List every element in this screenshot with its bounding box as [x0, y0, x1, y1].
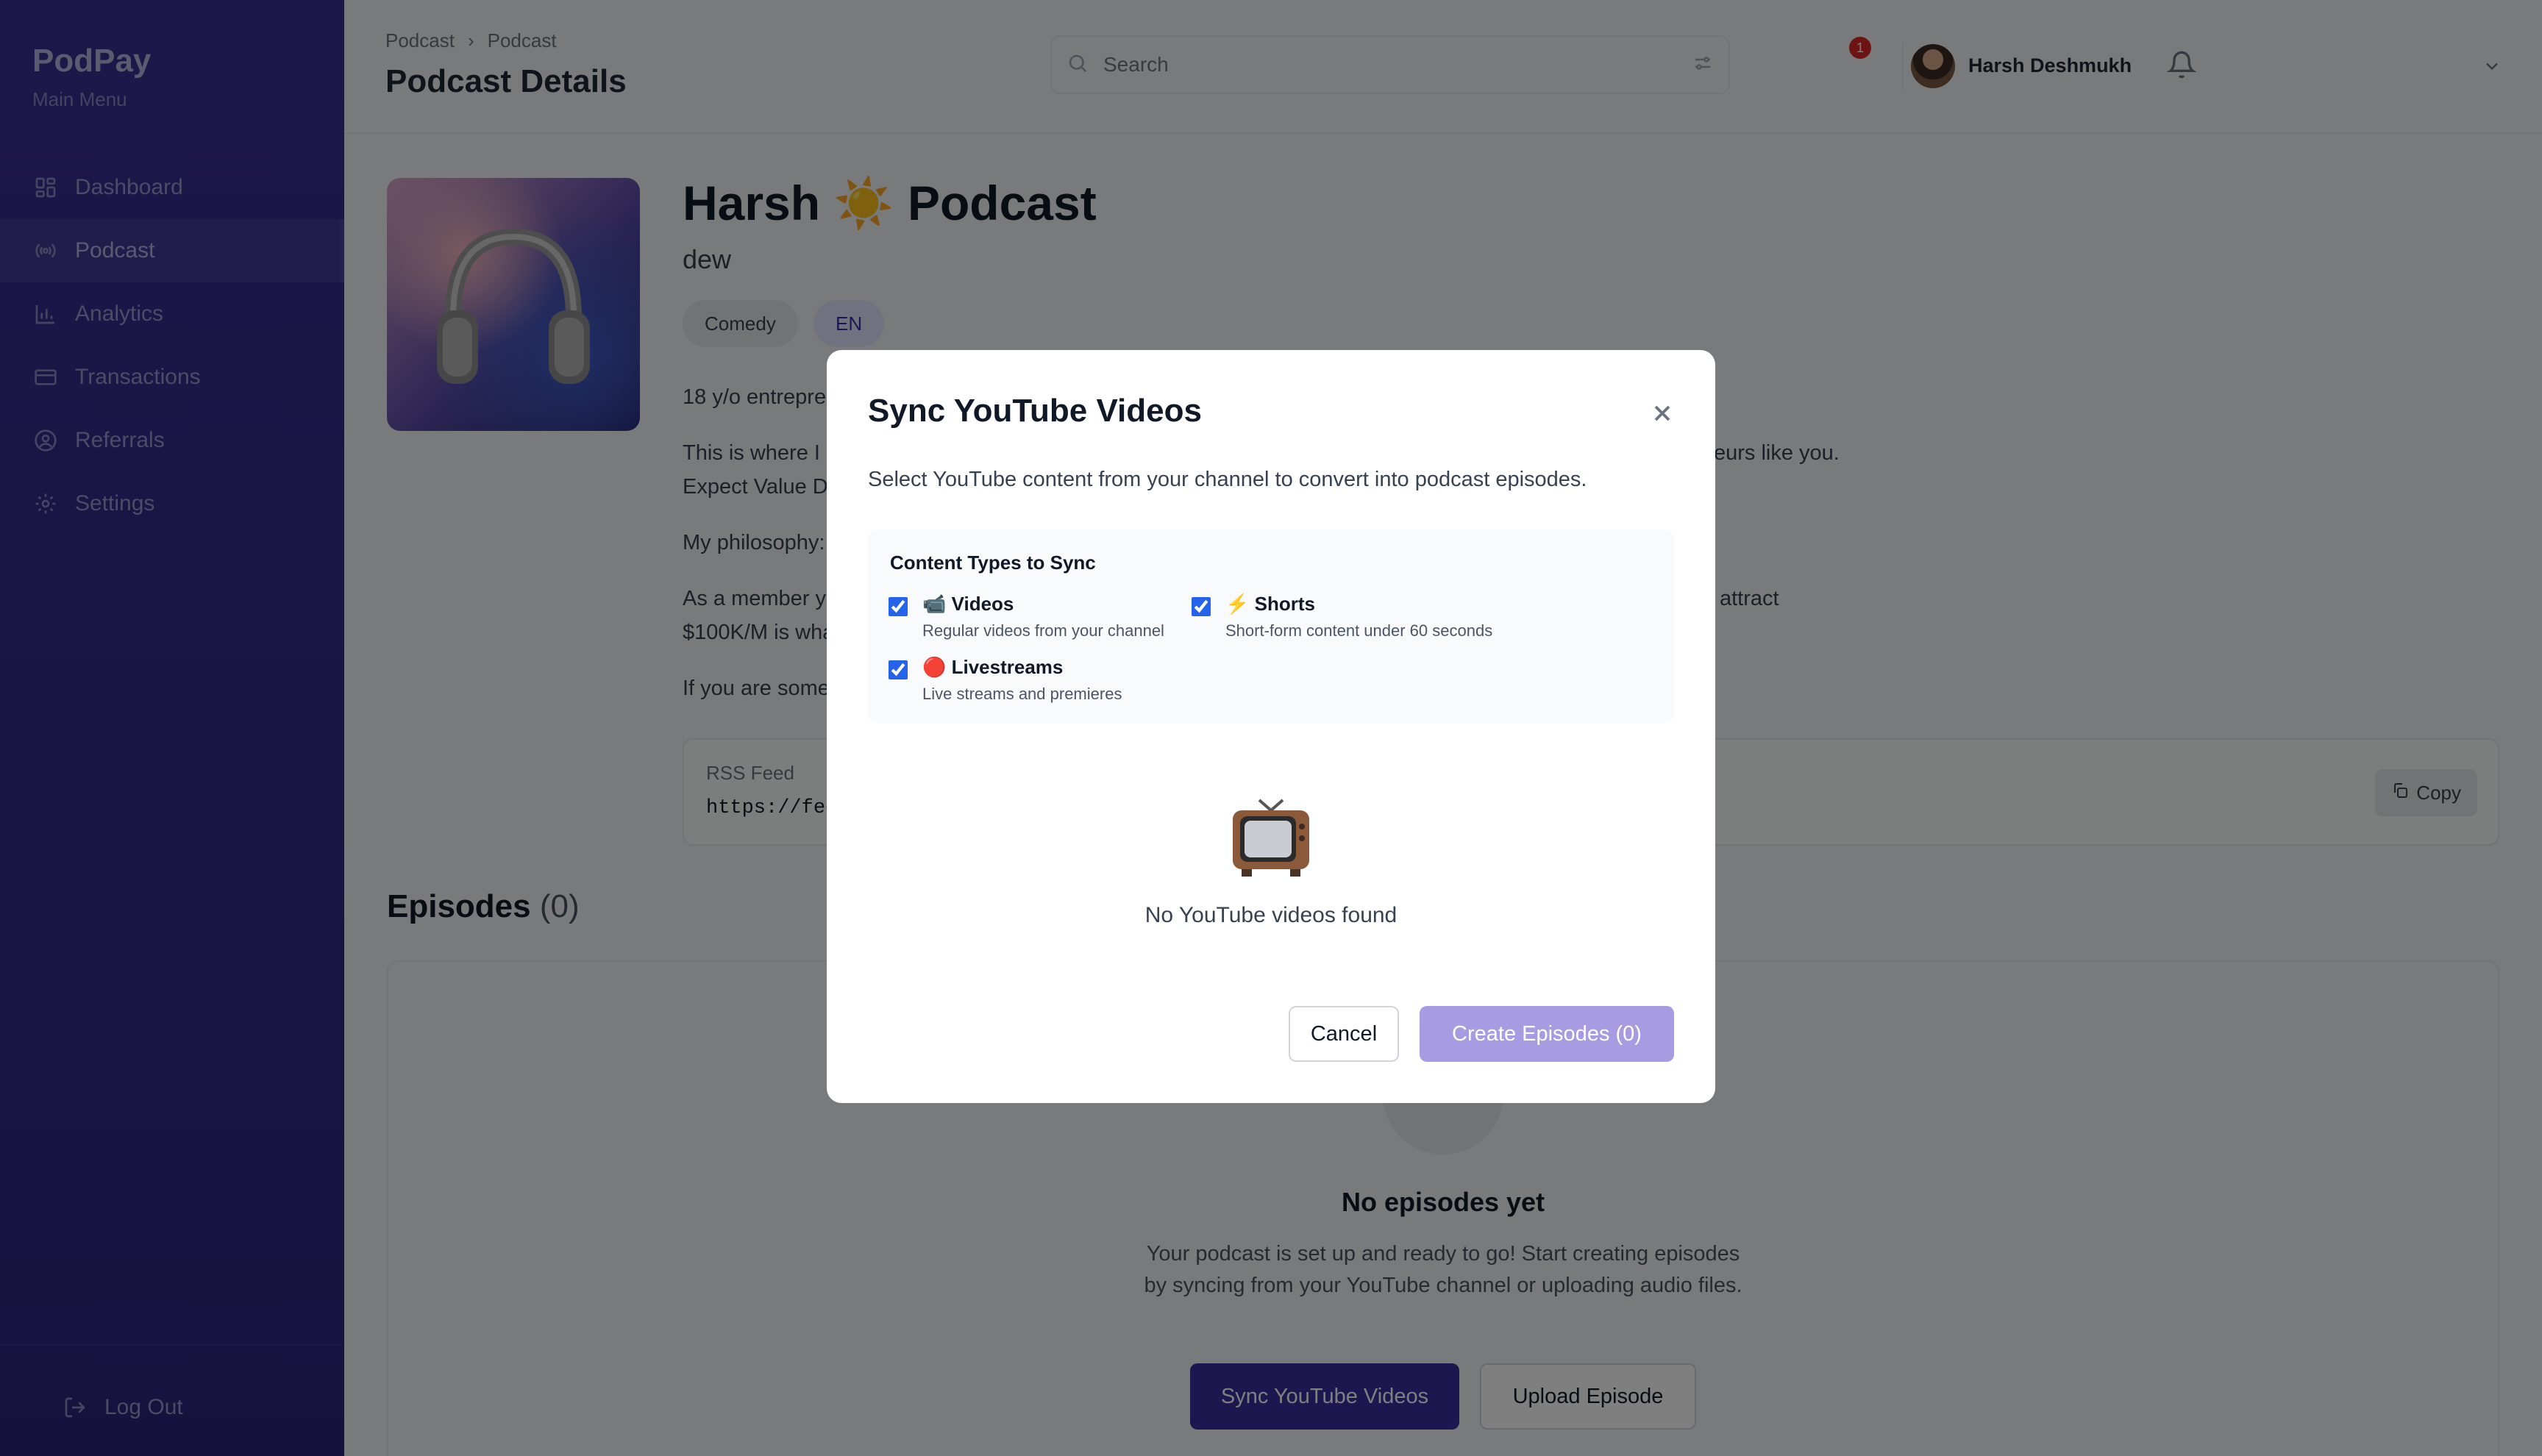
option-label: Videos	[951, 593, 1014, 615]
sync-youtube-modal: Sync YouTube Videos Select YouTube conte…	[827, 350, 1715, 1103]
option-label: Shorts	[1254, 593, 1315, 615]
option-videos: 📹 Videos Regular videos from your channe…	[889, 593, 1164, 640]
close-icon[interactable]	[1649, 400, 1678, 429]
cancel-button[interactable]: Cancel	[1289, 1006, 1399, 1062]
modal-title: Sync YouTube Videos	[868, 393, 1202, 429]
option-shorts: ⚡ Shorts Short-form content under 60 sec…	[1192, 593, 1492, 640]
video-camera-icon: 📹	[922, 593, 947, 615]
create-episodes-button[interactable]: Create Episodes (0)	[1420, 1006, 1674, 1062]
option-hint: Regular videos from your channel	[922, 621, 1164, 640]
option-hint: Short-form content under 60 seconds	[1225, 621, 1493, 640]
option-hint: Live streams and premieres	[922, 685, 1122, 703]
modal-description: Select YouTube content from your channel…	[868, 468, 1587, 491]
option-livestreams: 🔴 Livestreams Live streams and premieres	[889, 656, 1122, 704]
content-types-panel: Content Types to Sync 📹 Videos Regular v…	[868, 529, 1674, 724]
option-label: Livestreams	[951, 656, 1064, 678]
television-icon	[1233, 799, 1309, 877]
empty-videos-message: No YouTube videos found	[1144, 903, 1398, 927]
livestreams-checkbox[interactable]	[889, 660, 908, 679]
content-types-title: Content Types to Sync	[890, 552, 1096, 574]
videos-checkbox[interactable]	[889, 597, 908, 616]
red-circle-icon: 🔴	[922, 656, 947, 678]
lightning-icon: ⚡	[1225, 593, 1250, 615]
shorts-checkbox[interactable]	[1192, 597, 1211, 616]
